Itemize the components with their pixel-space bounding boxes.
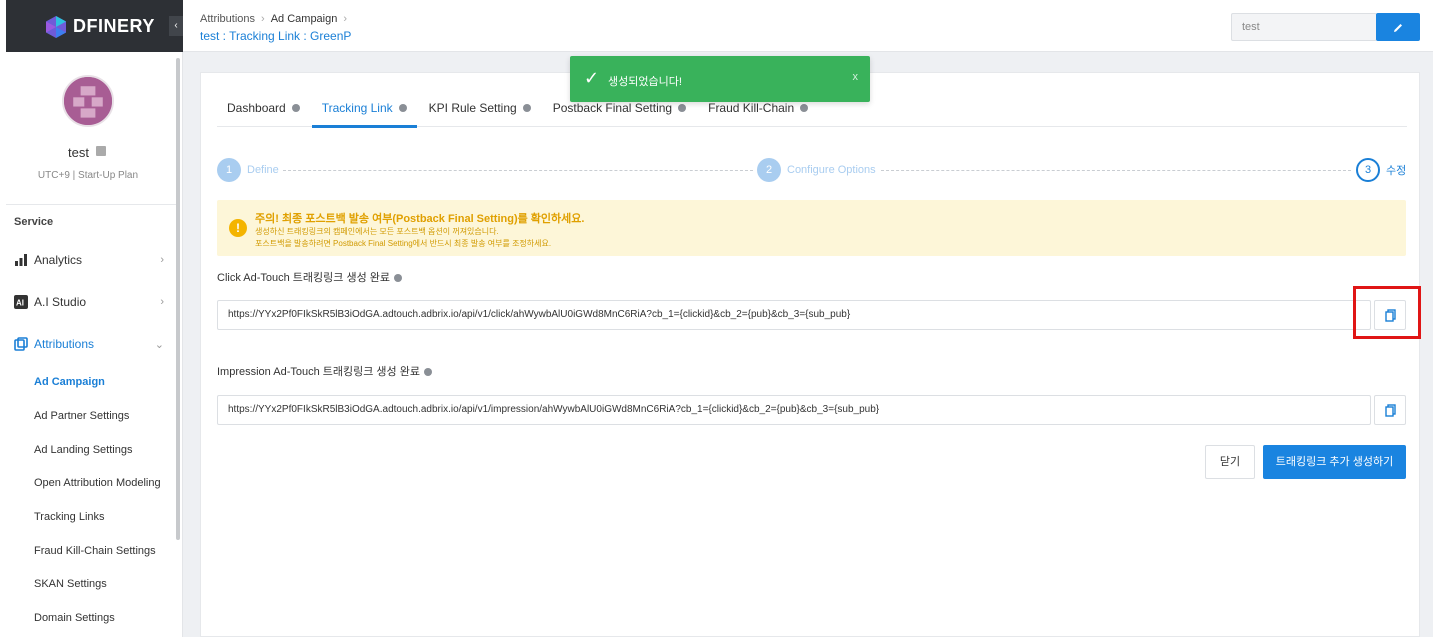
dfinery-logo-icon	[46, 16, 66, 38]
sidebar-subitem-ad-partner-settings[interactable]: Ad Partner Settings	[34, 410, 129, 422]
add-tracking-link-button[interactable]: 트래킹링크 추가 생성하기	[1263, 445, 1406, 479]
impression-link-label-text: Impression Ad-Touch 트래킹링크 생성 완료	[217, 366, 420, 378]
brand-name: DFINERY	[73, 16, 155, 36]
svg-text:AI: AI	[16, 299, 24, 308]
breadcrumb-item[interactable]: Attributions	[200, 13, 255, 25]
info-icon	[291, 103, 300, 112]
sidebar-subitem-domain-settings[interactable]: Domain Settings	[34, 612, 115, 624]
chevron-right-icon: ›	[160, 254, 164, 266]
edit-button[interactable]	[1376, 13, 1420, 41]
tab-label: Tracking Link	[321, 101, 393, 115]
step-connector	[881, 170, 1351, 171]
logo-bar: DFINERY ‹	[6, 0, 183, 52]
warning-icon: !	[229, 219, 247, 237]
sidebar-item-label: A.I Studio	[34, 295, 87, 309]
step-configure-options: 2 Configure Options	[757, 158, 876, 182]
breadcrumb-separator-icon: ›	[343, 13, 348, 25]
user-meta: UTC+9 | Start-Up Plan	[37, 170, 139, 181]
sidebar-subitem-ad-campaign[interactable]: Ad Campaign	[34, 376, 105, 388]
section-title: Service	[14, 216, 54, 228]
avatar[interactable]	[62, 75, 114, 127]
sidebar-item-attributions[interactable]: Attributions ⌄	[14, 333, 164, 355]
sidebar-subitem-ad-landing-settings[interactable]: Ad Landing Settings	[34, 444, 132, 456]
chevron-down-icon: ⌄	[154, 338, 164, 351]
close-button[interactable]: 닫기	[1205, 445, 1255, 479]
sidebar-subitem-open-attribution-modeling[interactable]: Open Attribution Modeling	[34, 477, 161, 489]
impression-link-label: Impression Ad-Touch 트래킹링크 생성 완료	[217, 363, 432, 379]
click-link-label-text: Click Ad-Touch 트래킹링크 생성 완료	[217, 272, 390, 284]
toast-close-icon[interactable]: x	[853, 71, 859, 83]
warning-text: 생성하신 트래킹링크의 캠페인에서는 모든 포스트백 옵션이 꺼져있습니다.	[255, 227, 499, 236]
attributions-icon	[14, 337, 28, 351]
sidebar-item-analytics[interactable]: Analytics ›	[14, 249, 164, 271]
tab-dashboard[interactable]: Dashboard	[217, 95, 310, 127]
toast-message: 생성되었습니다!	[608, 76, 682, 88]
info-icon	[522, 103, 531, 112]
sidebar-subitem-tracking-links[interactable]: Tracking Links	[34, 511, 105, 523]
info-icon	[398, 103, 407, 112]
click-link-label: Click Ad-Touch 트래킹링크 생성 완료	[217, 269, 402, 285]
info-icon	[423, 368, 432, 377]
breadcrumb-item[interactable]: Ad Campaign	[271, 13, 338, 25]
step-define: 1 Define	[217, 158, 279, 182]
sidebar: DFINERY ‹ test UTC+9 | Start-Up Plan Ser…	[0, 0, 183, 637]
user-menu-icon[interactable]	[96, 146, 106, 156]
sidebar-item-label: Analytics	[34, 253, 83, 267]
tab-label: Dashboard	[227, 101, 286, 115]
sidebar-subitem-skan-settings[interactable]: SKAN Settings	[34, 578, 107, 590]
breadcrumb: Attributions › Ad Campaign ›	[200, 13, 353, 25]
tab-label: Fraud Kill-Chain	[708, 101, 795, 115]
info-icon	[678, 103, 687, 112]
success-toast: ✓ 생성되었습니다! x	[570, 56, 870, 102]
campaign-name-input[interactable]: test	[1231, 13, 1377, 41]
chevron-right-icon: ›	[160, 296, 164, 308]
tab-tracking-link[interactable]: Tracking Link	[311, 95, 417, 128]
highlight-box	[1353, 286, 1421, 339]
tab-label: Postback Final Setting	[552, 101, 673, 115]
collapse-sidebar-icon[interactable]: ‹	[169, 16, 183, 36]
sidebar-scrollbar[interactable]	[176, 58, 180, 540]
sidebar-item-ai-studio[interactable]: AI A.I Studio ›	[14, 291, 164, 313]
tab-kpi-rule-setting[interactable]: KPI Rule Setting	[419, 95, 541, 127]
copy-icon	[1385, 404, 1396, 417]
step-number: 1	[217, 158, 241, 182]
username[interactable]: test	[68, 145, 89, 160]
warning-text: 포스트백을 발송하려면 Postback Final Setting에서 반드시…	[255, 239, 552, 248]
step-number: 2	[757, 158, 781, 182]
breadcrumb-separator-icon: ›	[261, 13, 265, 25]
topbar: Attributions › Ad Campaign › test : Trackin…	[183, 0, 1433, 52]
copy-impression-url-button[interactable]	[1374, 395, 1406, 425]
step-edit: 3 수정	[1356, 158, 1406, 182]
bar-chart-icon	[15, 254, 27, 266]
sidebar-subitem-fraud-kill-chain-settings[interactable]: Fraud Kill-Chain Settings	[34, 545, 156, 557]
step-number: 3	[1356, 158, 1380, 182]
step-connector	[283, 170, 753, 171]
sidebar-item-label: Attributions	[34, 337, 95, 351]
click-url-field[interactable]: https://YYx2Pf0FIkSkR5lB3iOdGA.adtouch.a…	[217, 300, 1371, 330]
step-label: 수정	[1386, 165, 1407, 177]
step-label: Define	[247, 164, 279, 176]
postback-warning: ! 주의! 최종 포스트백 발송 여부(Postback Final Setti…	[217, 200, 1406, 256]
impression-url-field[interactable]: https://YYx2Pf0FIkSkR5lB3iOdGA.adtouch.a…	[217, 395, 1371, 425]
info-icon	[800, 103, 809, 112]
tab-label: KPI Rule Setting	[428, 101, 517, 115]
info-icon	[394, 274, 402, 283]
pencil-icon	[1394, 23, 1402, 32]
page-title: test : Tracking Link : GreenP	[200, 29, 352, 43]
divider	[6, 204, 176, 205]
ai-icon: AI	[14, 295, 28, 309]
main-card: Dashboard Tracking Link KPI Rule Setting…	[200, 72, 1421, 637]
warning-title: 주의! 최종 포스트백 발송 여부(Postback Final Setting…	[255, 213, 585, 225]
check-icon: ✓	[584, 68, 600, 88]
step-label: Configure Options	[787, 164, 876, 176]
